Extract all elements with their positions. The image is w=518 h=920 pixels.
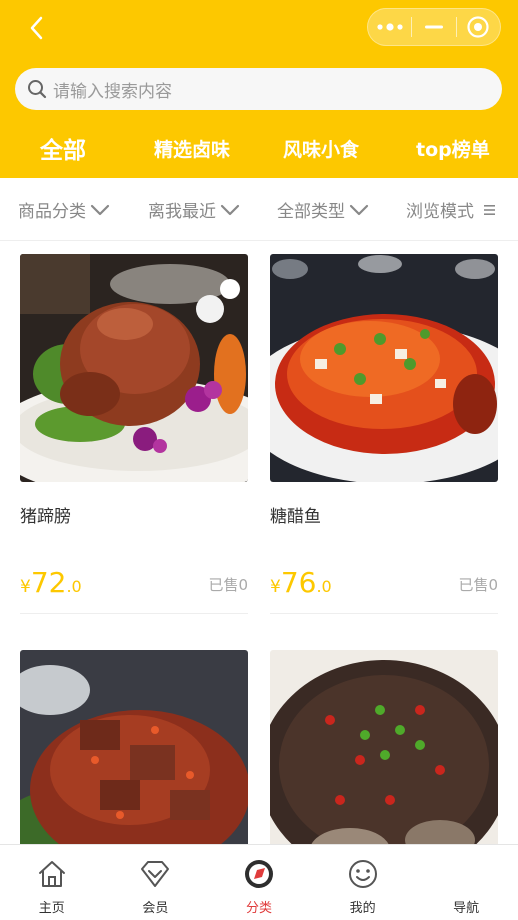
price-currency: ¥	[20, 577, 31, 597]
chevron-down-icon	[349, 204, 369, 215]
chevron-down-icon	[90, 204, 110, 215]
filter-view-mode-label: 浏览模式	[406, 202, 474, 222]
product-image[interactable]	[270, 650, 498, 844]
tab-label: 导航	[453, 901, 480, 916]
tab-category[interactable]: 分类	[207, 845, 311, 920]
sold-count: 已售0	[208, 576, 248, 594]
more-dots-icon	[377, 23, 403, 31]
product-grid: 猪蹄膀 ¥72.0 已售0 糖醋鱼 ¥76.0 已售0	[0, 241, 518, 844]
tab-label: 主页	[38, 901, 65, 916]
bottom-tabbar: 主页 会员 分类 我的 导航	[0, 844, 518, 920]
target-icon	[467, 16, 489, 38]
filter-nearest-label: 离我最近	[148, 202, 216, 222]
filter-bar: 商品分类 离我最近 全部类型 浏览模式	[0, 178, 518, 241]
price-row: ¥76.0 已售0	[270, 562, 498, 614]
filter-category-label: 商品分类	[18, 202, 86, 222]
price-decimal: .0	[316, 577, 332, 596]
product-card[interactable]	[20, 650, 248, 844]
product-card[interactable]	[270, 650, 498, 844]
price-currency: ¥	[270, 577, 281, 597]
price-integer: 76	[280, 566, 317, 599]
price-decimal: .0	[66, 577, 82, 596]
filter-type[interactable]: 全部类型	[277, 178, 369, 241]
price-row: ¥72.0 已售0	[20, 562, 248, 614]
product-image[interactable]	[20, 650, 248, 844]
back-arrow-icon	[30, 16, 43, 40]
search-icon	[27, 79, 47, 99]
product-image[interactable]	[20, 254, 248, 482]
tab-snacks[interactable]: 风味小食	[283, 128, 359, 168]
filter-type-label: 全部类型	[277, 202, 345, 222]
filter-nearest[interactable]: 离我最近	[148, 178, 240, 241]
sold-count: 已售0	[458, 576, 498, 594]
tab-label: 分类	[245, 901, 272, 916]
tab-member[interactable]: 会员	[104, 845, 208, 920]
tab-home[interactable]: 主页	[0, 845, 104, 920]
tab-navigation[interactable]: 导航	[414, 845, 518, 920]
product-card[interactable]: 猪蹄膀 ¥72.0 已售0	[20, 254, 248, 614]
list-icon	[484, 204, 495, 215]
tab-mine[interactable]: 我的	[311, 845, 415, 920]
mini-program-capsule	[367, 8, 501, 46]
price-integer: 72	[30, 566, 67, 599]
product-price: ¥72.0	[20, 566, 82, 599]
tab-top-list[interactable]: top榜单	[416, 128, 490, 168]
product-name[interactable]: 糖醋鱼	[270, 502, 498, 562]
product-card[interactable]: 糖醋鱼 ¥76.0 已售0	[270, 254, 498, 614]
diamond-icon	[138, 857, 172, 891]
filter-view-mode[interactable]: 浏览模式	[406, 178, 498, 241]
tab-label: 我的	[349, 901, 376, 916]
product-name[interactable]: 猪蹄膀	[20, 502, 248, 562]
close-button[interactable]	[457, 9, 500, 45]
back-button[interactable]	[20, 12, 52, 44]
product-price: ¥76.0	[270, 566, 332, 599]
category-icon	[242, 857, 276, 891]
smile-icon	[346, 857, 380, 891]
tab-featured-braised[interactable]: 精选卤味	[154, 128, 230, 168]
minimize-button[interactable]	[412, 9, 455, 45]
more-button[interactable]	[368, 9, 411, 45]
product-image[interactable]	[270, 254, 498, 482]
navigation-icon	[449, 857, 483, 891]
minus-icon	[424, 25, 443, 29]
tab-label: 会员	[142, 901, 169, 916]
tab-all[interactable]: 全部	[40, 128, 86, 168]
header: 请输入搜索内容 全部 精选卤味 风味小食 top榜单	[0, 0, 518, 178]
filter-category[interactable]: 商品分类	[18, 178, 110, 241]
search-placeholder: 请输入搜索内容	[53, 81, 172, 102]
chevron-down-icon	[220, 204, 240, 215]
search-input[interactable]: 请输入搜索内容	[15, 68, 502, 110]
home-icon	[35, 857, 69, 891]
category-tabs: 全部 精选卤味 风味小食 top榜单	[0, 128, 518, 168]
